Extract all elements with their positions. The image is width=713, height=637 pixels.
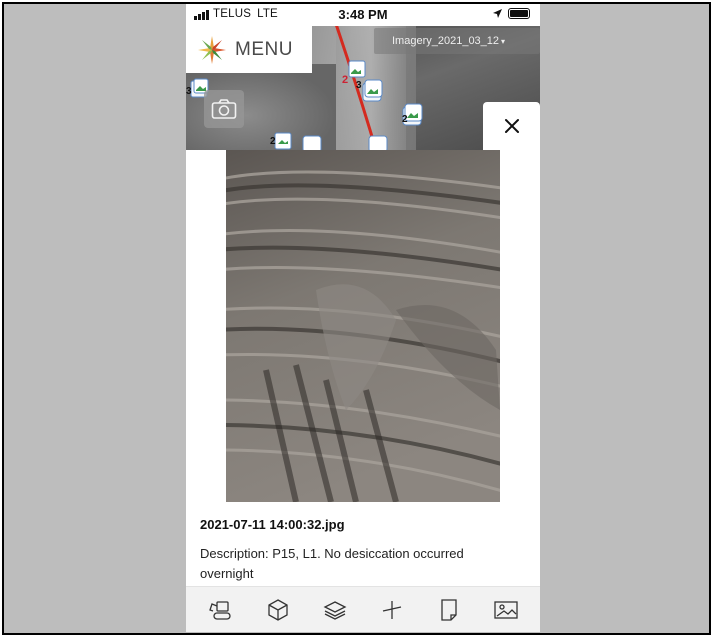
close-button[interactable]	[483, 102, 540, 150]
measure-button[interactable]	[372, 592, 412, 628]
photo-marker[interactable]: 2	[400, 102, 424, 133]
layers-icon	[323, 600, 346, 620]
photo-marker[interactable]	[366, 134, 390, 150]
note-icon	[440, 598, 457, 621]
notes-button[interactable]	[429, 592, 469, 628]
imagery-layer-value: Imagery_2021_03_12	[392, 35, 500, 47]
camera-button[interactable]	[204, 90, 244, 128]
photo-description: Description: P15, L1. No desiccation occ…	[200, 546, 464, 581]
menu-label: MENU	[235, 38, 293, 60]
marker-count: 3	[186, 86, 192, 97]
measure-icon	[382, 600, 401, 619]
imagery-layer-select[interactable]: Imagery_2021_03_12 ▾	[374, 28, 540, 54]
excavator-tool-button[interactable]	[201, 592, 241, 628]
battery-icon	[508, 8, 530, 19]
close-icon	[504, 119, 519, 133]
caret-down-icon: ▾	[501, 37, 506, 46]
clock: 3:48 PM	[338, 7, 388, 22]
marker-count: 3	[356, 80, 362, 91]
cube-icon	[267, 598, 288, 621]
status-bar: TELUS LTE 3:48 PM	[186, 4, 540, 26]
3d-view-button[interactable]	[258, 592, 298, 628]
excavator-icon	[208, 600, 231, 620]
phone-screen: 3 3 2 2 2 TELUS LTE 3:48 PM MENU Imagery…	[186, 4, 540, 632]
image-icon	[493, 600, 518, 619]
compass-logo-icon	[198, 35, 226, 64]
location-arrow-icon	[493, 9, 502, 18]
photo-marker[interactable]	[300, 134, 324, 150]
menu-button[interactable]: MENU	[186, 26, 312, 73]
photo-marker[interactable]: 3	[356, 78, 384, 109]
layers-button[interactable]	[315, 592, 355, 628]
photo-file-name: 2021-07-11 14:00:32.jpg	[200, 517, 345, 532]
road-marker-count: 2	[342, 74, 349, 86]
marker-count: 2	[270, 136, 276, 147]
bottom-toolbar	[186, 586, 540, 632]
camera-icon	[211, 99, 237, 119]
marker-count: 2	[402, 114, 408, 125]
site-photo	[226, 150, 500, 502]
gallery-button[interactable]	[486, 592, 526, 628]
photo-marker[interactable]: 2	[270, 130, 296, 150]
